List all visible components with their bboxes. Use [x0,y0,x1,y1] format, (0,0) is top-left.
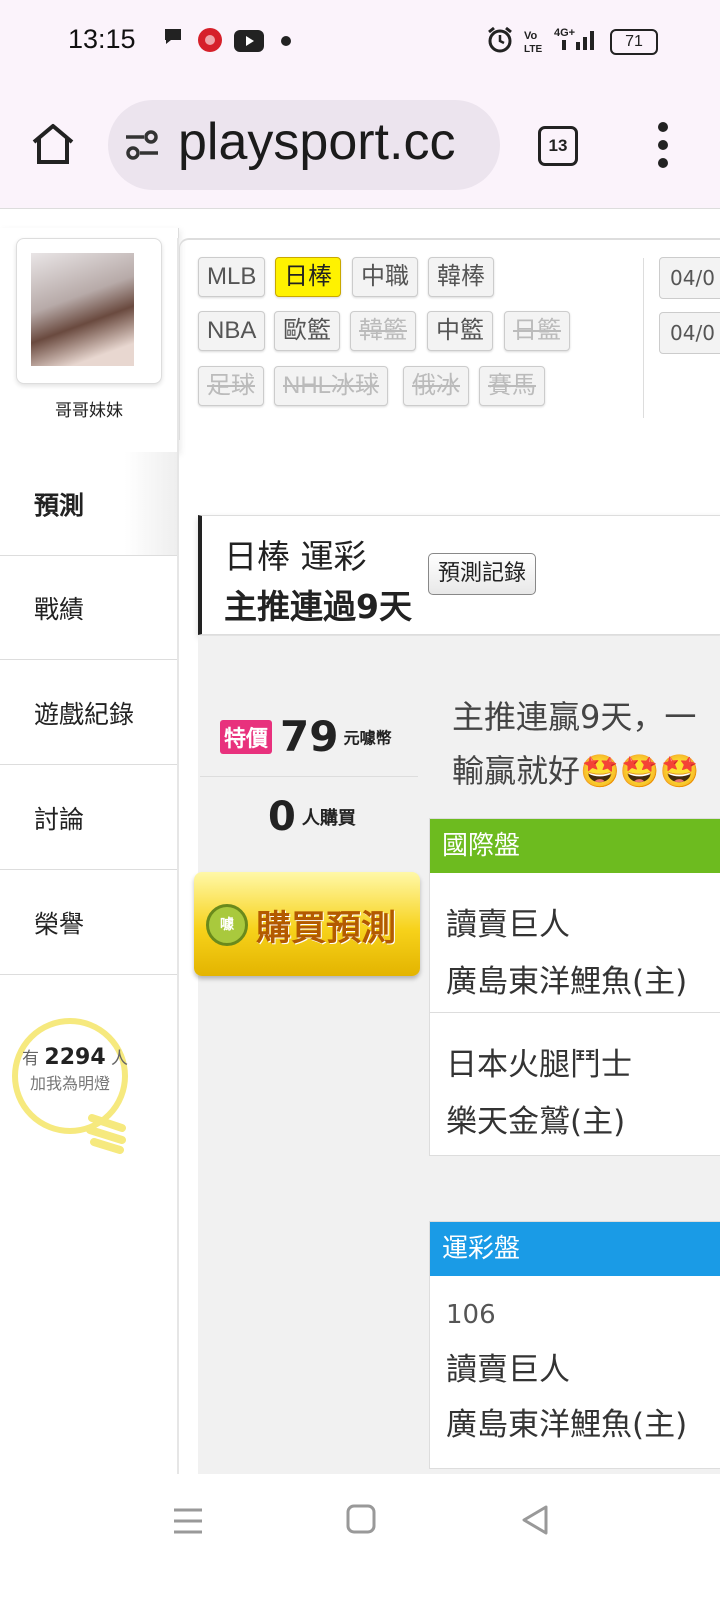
site-settings-icon[interactable] [124,128,160,162]
game-row: 日本火腿鬥士 樂天金鷲(主) [430,1013,720,1153]
prediction-description: 主推連贏9天，一 輸贏就好🤩🤩🤩 [452,690,700,798]
prediction-record-button[interactable]: 預測記錄 [428,553,537,595]
filter-mlb[interactable]: MLB [198,257,266,297]
sports-lottery-panel: 運彩盤 106 讀賣巨人 廣島東洋鯉魚(主) [429,1221,720,1469]
buy-prediction-label: 購買預測 [256,909,397,949]
more-options-icon[interactable] [658,122,668,176]
system-navigation-bar [0,1474,720,1604]
away-team: 讀賣巨人 [446,1352,570,1388]
description-line: 輸贏就好🤩🤩🤩 [452,752,700,790]
game-row: 106 讀賣巨人 廣島東洋鯉魚(主) [430,1276,720,1444]
app-notification-icon [198,28,222,52]
battery-icon: 71 [610,29,658,55]
price-unit: 元噱幣 [343,728,392,748]
filter-china-basketball[interactable]: 中籃 [427,311,493,351]
game-row: 讀賣巨人 廣島東洋鯉魚(主) [430,873,720,1013]
filter-nba[interactable]: NBA [198,311,266,351]
page-title: 日棒 運彩 [224,537,367,576]
home-team: 廣島東洋鯉魚(主) [446,964,688,1000]
browser-toolbar: playsport.cc 13 [0,82,720,209]
url-text: playsport.cc [178,113,456,171]
nav-item-game-history[interactable]: 遊戲紀錄 [0,661,178,765]
date-option[interactable]: 04/0 [659,312,720,354]
filter-euro-basketball[interactable]: 歐籃 [274,311,340,351]
description-line: 主推連贏9天，一 [452,698,697,736]
youtube-icon [234,30,264,52]
filter-japan-basketball: 日籃 [504,311,570,351]
home-team: 廣島東洋鯉魚(主) [446,1407,688,1443]
filter-horse-racing: 賽馬 [479,366,545,406]
home-team: 樂天金鷲(主) [446,1104,626,1140]
panel-header: 運彩盤 [430,1222,720,1276]
coin-icon: 噱 [206,904,248,946]
svg-text:Vo: Vo [524,30,538,42]
battery-level: 71 [625,33,643,50]
status-time: 13:15 [68,24,136,54]
chat-notification-icon [165,29,181,44]
svg-text:LTE: LTE [524,44,542,54]
signal-4g-icon: 4G+ [554,27,594,50]
nav-item-predictions[interactable]: 預測 [0,452,178,556]
lightbulb-base-icon [86,1114,126,1154]
panel-header: 國際盤 [430,819,720,873]
game-number: 106 [446,1300,496,1330]
streak-title: 主推連過9天 [224,587,412,626]
volte-icon: Vo LTE [524,30,542,54]
buyers-unit: 人購買 [301,808,356,829]
tab-switcher-button[interactable]: 13 [538,126,578,166]
filter-divider [643,258,644,418]
filter-kbo[interactable]: 韓棒 [428,257,494,297]
star-struck-emoji: 🤩🤩🤩 [580,752,700,790]
fans-count-text: 有 2294 人 [22,1045,129,1070]
filter-npb[interactable]: 日棒 [275,257,341,297]
international-odds-panel: 國際盤 讀賣巨人 廣島東洋鯉魚(主) 日本火腿鬥士 樂天金鷲(主) [429,818,720,1156]
price-separator [200,776,418,777]
avatar[interactable] [31,253,134,366]
date-option[interactable]: 04/0 [659,257,720,299]
nav-item-record[interactable]: 戰績 [0,556,178,660]
price-value: 79 [280,712,339,761]
svg-text:4G+: 4G+ [554,27,575,39]
filter-soccer: 足球 [198,366,264,406]
price-row: 特價 79 元噱幣 [220,712,392,761]
profile-avatar-frame[interactable] [16,238,162,384]
nav-item-honors[interactable]: 榮譽 [0,871,178,975]
away-team: 讀賣巨人 [446,907,570,943]
more-notifications-icon [281,36,291,46]
home-icon[interactable] [30,122,76,166]
special-price-badge: 特價 [220,719,273,754]
buyers-row: 0 人購買 [268,794,356,840]
filter-nhl: NHL冰球 [274,366,389,406]
recent-apps-icon[interactable] [172,1506,204,1536]
status-bar: 13:15 Vo LTE 4G+ 71 [0,0,720,82]
nav-item-discussion[interactable]: 討論 [0,766,178,870]
profile-name[interactable]: 哥哥妹妹 [0,396,178,421]
buy-prediction-button[interactable]: 噱 購買預測 [194,872,420,976]
back-nav-icon[interactable] [520,1504,550,1536]
alarm-icon [488,26,512,53]
home-nav-icon[interactable] [346,1504,376,1534]
filter-cpbl[interactable]: 中職 [352,257,418,297]
fans-count: 2294 [44,1045,106,1070]
buyers-count: 0 [268,794,296,840]
filter-korea-basketball: 韓籃 [350,311,416,351]
address-bar[interactable]: playsport.cc [108,100,500,190]
away-team: 日本火腿鬥士 [446,1047,632,1083]
filter-khl: 俄冰 [403,366,469,406]
fans-caption: 加我為明燈 [30,1074,111,1093]
